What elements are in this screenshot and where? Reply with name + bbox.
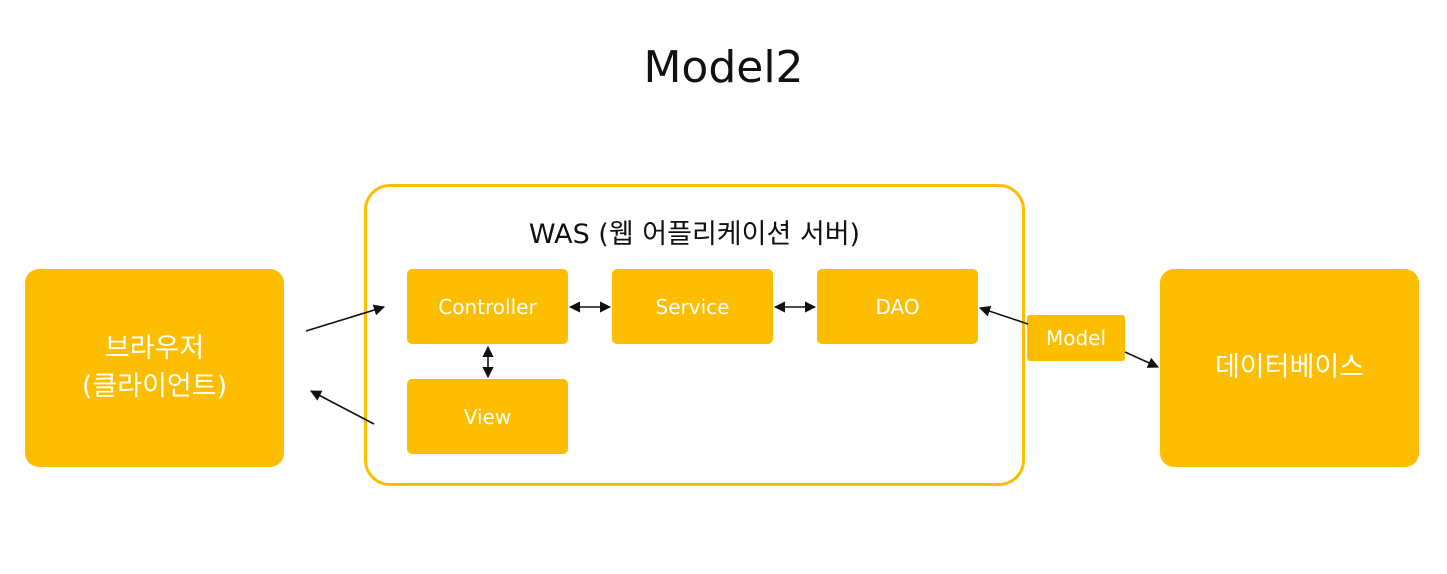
arrows-layer <box>305 301 1160 425</box>
arrow-view-to-client <box>310 390 375 425</box>
arrow-client-to-controller <box>305 304 386 332</box>
arrow-model-to-database <box>1124 351 1160 368</box>
arrow-model-to-dao <box>978 305 1029 325</box>
